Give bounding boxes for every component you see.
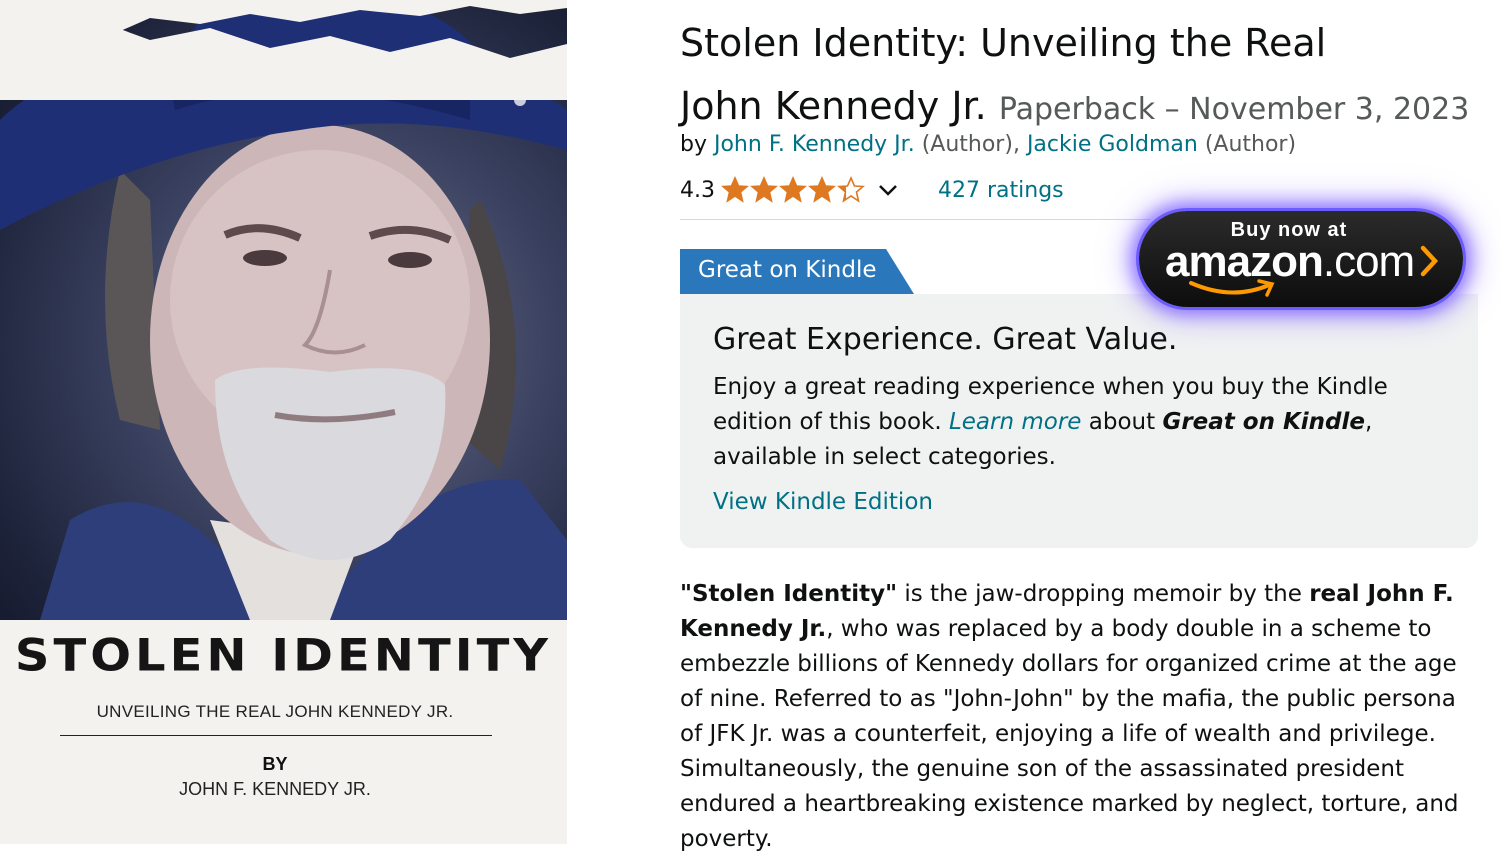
author-photo (0, 0, 567, 620)
cover-title: STOLEN IDENTITY (14, 630, 553, 682)
learn-more-link[interactable]: Learn more (949, 409, 1082, 435)
star-icon (721, 176, 749, 203)
byline: by John F. Kennedy Jr. (Author), Jackie … (680, 132, 1297, 157)
desc-quoted-title: "Stolen Identity" (680, 581, 898, 607)
product-title-line2: John Kennedy Jr. (680, 84, 987, 128)
desc-text-2: , who was replaced by a body double in a… (680, 616, 1459, 852)
kindle-body-text-2: about (1081, 409, 1163, 435)
author-role-2: (Author) (1204, 132, 1297, 157)
author-link-1[interactable]: John F. Kennedy Jr. (714, 132, 915, 157)
star-rating[interactable] (721, 176, 866, 204)
author-role-1: (Author) (921, 132, 1013, 157)
star-icon (779, 176, 807, 203)
cover-author: JOHN F. KENNEDY JR. (179, 779, 371, 799)
cover-subtitle: UNVEILING THE REAL JOHN KENNEDY JR. (96, 702, 454, 721)
by-label: by (680, 132, 707, 157)
buy-now-amazon-button[interactable]: Buy now at amazon.com (1139, 211, 1463, 307)
chevron-right-icon (1420, 245, 1439, 277)
chevron-down-icon[interactable] (878, 178, 898, 203)
kindle-heading: Great Experience. Great Value. (713, 322, 1178, 357)
kindle-tag-label: Great on Kindle (698, 257, 877, 283)
desc-text-1: is the jaw-dropping memoir by the (897, 581, 1310, 607)
book-cover-image[interactable]: STOLEN IDENTITY UNVEILING THE REAL JOHN … (0, 0, 567, 844)
cover-by-label: BY (262, 754, 288, 774)
product-title-line1: Stolen Identity: Unveiling the Real (680, 21, 1327, 65)
product-title: Stolen Identity: Unveiling the Real John… (680, 12, 1480, 141)
star-icon (750, 176, 778, 203)
kindle-tag: Great on Kindle (680, 249, 914, 294)
amazon-smile-icon (1189, 279, 1275, 297)
title-divider (680, 219, 1150, 220)
kindle-body: Enjoy a great reading experience when yo… (713, 370, 1473, 475)
view-kindle-edition-link[interactable]: View Kindle Edition (713, 489, 933, 515)
rating-value: 4.3 (680, 177, 715, 203)
great-on-kindle-emphasis: Great on Kindle (1162, 409, 1365, 435)
star-icon (808, 176, 836, 203)
cover-divider (60, 735, 492, 736)
ratings-count-link[interactable]: 427 ratings (938, 178, 1064, 203)
book-description: "Stolen Identity" is the jaw-dropping me… (680, 577, 1485, 857)
star-icon (837, 176, 865, 203)
format-and-date: Paperback – November 3, 2023 (998, 92, 1470, 127)
author-link-2[interactable]: Jackie Goldman (1027, 132, 1198, 157)
rating-row: 4.3 427 ratings (680, 174, 1064, 206)
